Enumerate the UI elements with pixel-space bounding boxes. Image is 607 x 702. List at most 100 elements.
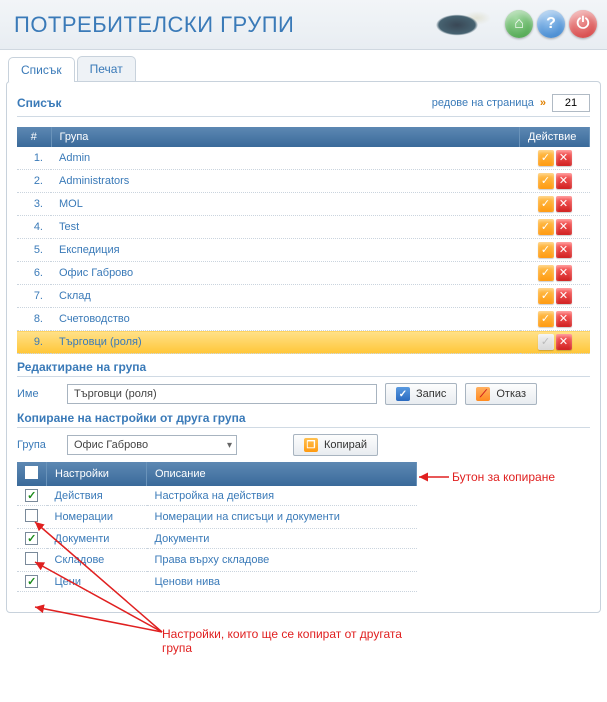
table-row[interactable]: 8.Счетоводство✓✕: [17, 308, 590, 331]
annotation-copy-button: Бутон за копиране: [452, 470, 555, 484]
table-row[interactable]: 4.Test ✓✕: [17, 216, 590, 239]
setting-name: Номерации: [47, 506, 147, 529]
setting-name: Цени: [47, 572, 147, 592]
cancel-icon: ⟋: [476, 387, 490, 401]
setting-checkbox[interactable]: [25, 552, 38, 565]
table-row[interactable]: 7.Склад✓✕: [17, 285, 590, 308]
rows-per-page: редове на страница »: [432, 94, 590, 112]
edit-icon[interactable]: ✓: [538, 242, 554, 258]
chevron-right-icon: »: [540, 97, 546, 109]
settings-row: ✓ДействияНастройка на действия: [17, 486, 417, 506]
row-group-name: Счетоводство: [51, 308, 520, 331]
row-index: 9.: [17, 331, 51, 354]
edit-icon[interactable]: ✓: [538, 288, 554, 304]
edit-icon[interactable]: ✓: [538, 219, 554, 235]
delete-icon[interactable]: ✕: [556, 173, 572, 189]
setting-checkbox[interactable]: ✓: [25, 489, 38, 502]
source-group-select[interactable]: Офис Габрово ▾: [67, 435, 237, 455]
copy-icon: ❐: [304, 438, 318, 452]
setting-desc: Ценови нива: [147, 572, 417, 592]
col-check: [17, 462, 47, 486]
name-label: Име: [17, 388, 59, 400]
col-description: Описание: [147, 462, 417, 486]
row-group-name: Търговци (роля): [51, 331, 520, 354]
tabs: Списък Печат: [0, 56, 607, 81]
chevron-down-icon: ▾: [227, 440, 232, 451]
delete-icon[interactable]: ✕: [556, 334, 572, 350]
power-icon[interactable]: ⏻: [569, 10, 597, 38]
rows-per-page-input[interactable]: [552, 94, 590, 112]
group-name-input[interactable]: [67, 384, 377, 404]
top-bar: ПОТРЕБИТЕЛСКИ ГРУПИ ⌂ ? ⏻: [0, 0, 607, 50]
list-heading: Списък: [17, 96, 432, 112]
edit-icon: ✓: [538, 334, 554, 350]
source-group-value: Офис Габрово: [74, 439, 148, 451]
row-group-name: Test: [51, 216, 520, 239]
col-settings: Настройки: [47, 462, 147, 486]
copy-heading: Копиране на настройки от друга група: [17, 411, 590, 428]
row-actions: ✓✕: [520, 285, 590, 308]
table-row[interactable]: 2.Administrators✓✕: [17, 170, 590, 193]
row-actions: ✓✕: [520, 170, 590, 193]
row-index: 6.: [17, 262, 51, 285]
row-group-name: Admin: [51, 147, 520, 170]
row-index: 5.: [17, 239, 51, 262]
groups-table: # Група Действие 1.Admin✓✕2.Administrato…: [17, 127, 590, 354]
home-icon[interactable]: ⌂: [505, 10, 533, 38]
row-actions: ✓✕: [520, 308, 590, 331]
row-index: 3.: [17, 193, 51, 216]
settings-row: НомерацииНомерации на списъци и документ…: [17, 506, 417, 529]
rows-per-page-label: редове на страница: [432, 97, 534, 109]
row-index: 8.: [17, 308, 51, 331]
delete-icon[interactable]: ✕: [556, 288, 572, 304]
row-group-name: Administrators: [51, 170, 520, 193]
select-all-checkbox[interactable]: [25, 466, 38, 479]
setting-checkbox[interactable]: ✓: [25, 575, 38, 588]
delete-icon[interactable]: ✕: [556, 242, 572, 258]
setting-name: Документи: [47, 529, 147, 549]
row-actions: ✓✕: [520, 239, 590, 262]
settings-row: ✓ ЦениЦенови нива: [17, 572, 417, 592]
cancel-button-label: Отказ: [496, 388, 526, 400]
edit-icon[interactable]: ✓: [538, 311, 554, 327]
table-row[interactable]: 3.MOL✓✕: [17, 193, 590, 216]
tab-print[interactable]: Печат: [77, 56, 136, 81]
setting-desc: Права върху складове: [147, 549, 417, 572]
delete-icon[interactable]: ✕: [556, 311, 572, 327]
row-actions: ✓✕: [520, 147, 590, 170]
main-panel: Списък редове на страница » # Група Дейс…: [6, 81, 601, 613]
settings-table: Настройки Описание ✓ДействияНастройка на…: [17, 462, 417, 592]
delete-icon[interactable]: ✕: [556, 219, 572, 235]
edit-icon[interactable]: ✓: [538, 265, 554, 281]
table-row[interactable]: 6.Офис Габрово✓✕: [17, 262, 590, 285]
save-button[interactable]: ✓ Запис: [385, 383, 457, 405]
delete-icon[interactable]: ✕: [556, 196, 572, 212]
cancel-button[interactable]: ⟋ Отказ: [465, 383, 537, 405]
help-icon[interactable]: ?: [537, 10, 565, 38]
delete-icon[interactable]: ✕: [556, 150, 572, 166]
edit-heading: Редактиране на група: [17, 360, 590, 377]
edit-icon[interactable]: ✓: [538, 196, 554, 212]
check-icon: ✓: [396, 387, 410, 401]
settings-row: ✓ДокументиДокументи: [17, 529, 417, 549]
row-group-name: Експедиция: [51, 239, 520, 262]
tab-list[interactable]: Списък: [8, 57, 75, 82]
setting-checkbox[interactable]: [25, 509, 38, 522]
row-index: 1.: [17, 147, 51, 170]
annotation-settings: Настройки, които ще се копират от другат…: [162, 627, 422, 655]
copy-button[interactable]: ❐ Копирай: [293, 434, 378, 456]
copy-group-label: Група: [17, 439, 59, 451]
edit-icon[interactable]: ✓: [538, 173, 554, 189]
table-row[interactable]: 5.Експедиция✓✕: [17, 239, 590, 262]
delete-icon[interactable]: ✕: [556, 265, 572, 281]
col-index: #: [17, 127, 51, 147]
table-row[interactable]: 9.Търговци (роля)✓✕: [17, 331, 590, 354]
edit-icon[interactable]: ✓: [538, 150, 554, 166]
row-actions: ✓✕: [520, 193, 590, 216]
row-actions: ✓✕: [520, 331, 590, 354]
row-index: 4.: [17, 216, 51, 239]
top-icons: ⌂ ? ⏻: [505, 10, 597, 38]
row-group-name: Склад: [51, 285, 520, 308]
setting-checkbox[interactable]: ✓: [25, 532, 38, 545]
table-row[interactable]: 1.Admin✓✕: [17, 147, 590, 170]
